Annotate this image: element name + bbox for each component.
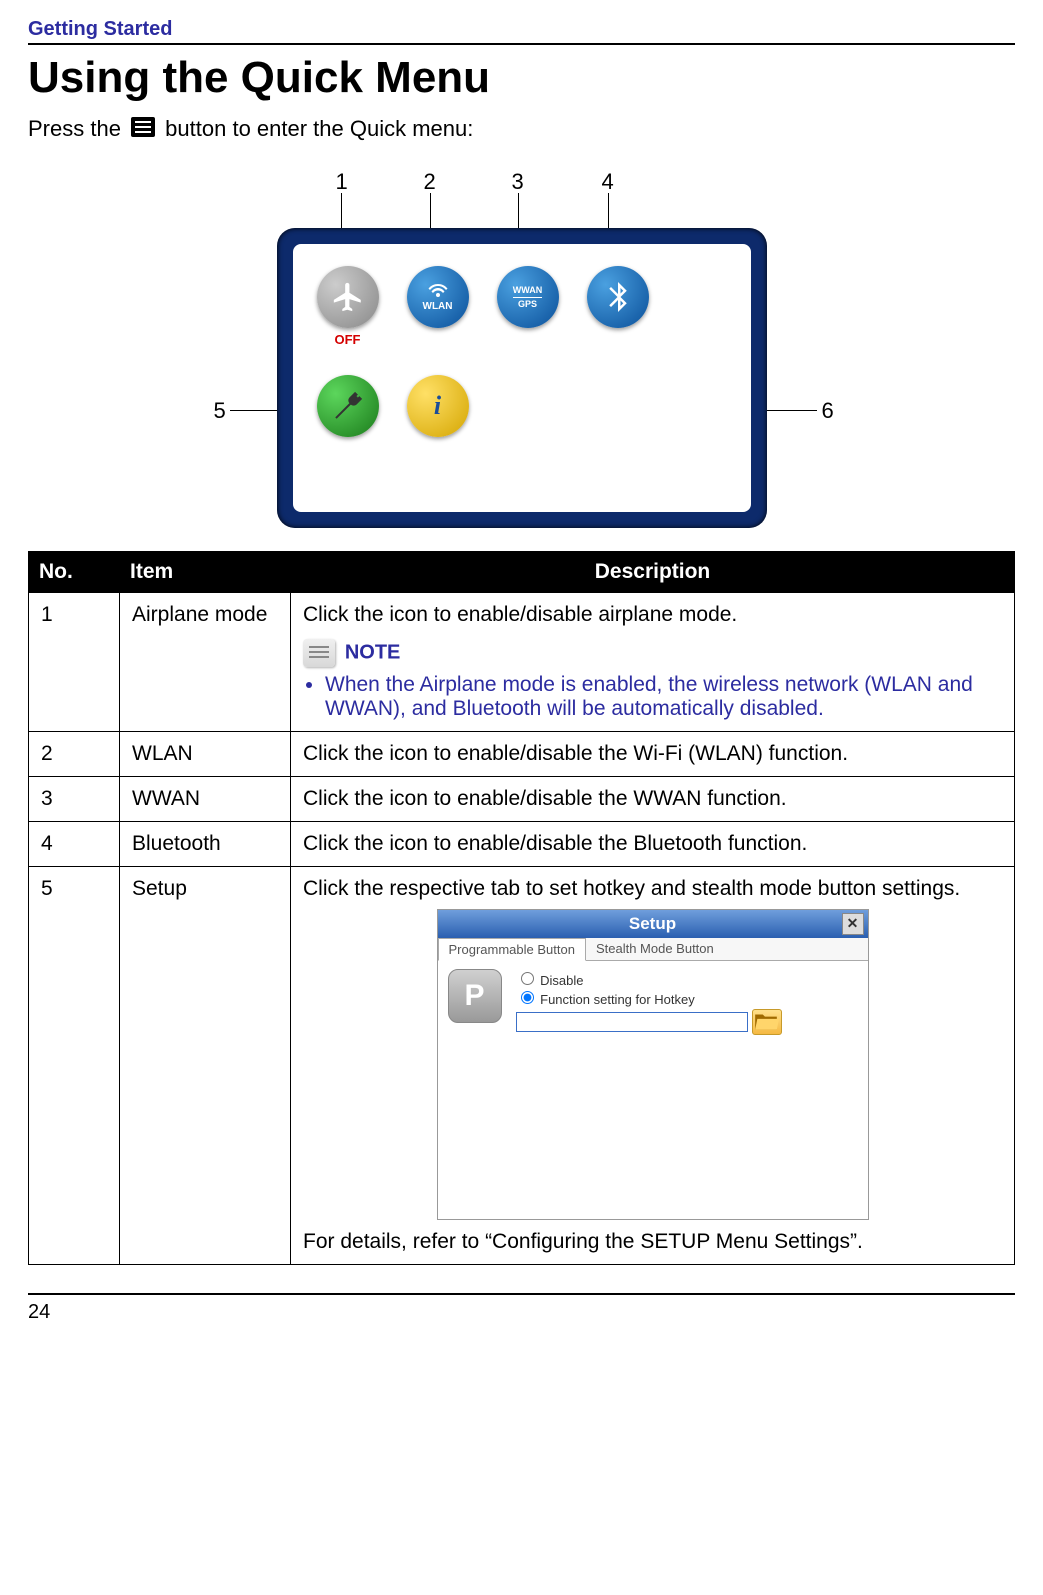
note-icon xyxy=(303,639,335,667)
cell-item: Bluetooth xyxy=(120,822,291,867)
device-screen: OFF WLAN WWAN GPS xyxy=(293,244,751,512)
cell-no: 3 xyxy=(29,777,120,822)
note-text: When the Airplane mode is enabled, the w… xyxy=(325,673,1002,721)
quick-menu-figure: 1 2 3 4 5 6 OFF WLAN xyxy=(172,173,872,533)
radio-disable[interactable]: Disable xyxy=(516,969,782,988)
table-row: 5 Setup Click the respective tab to set … xyxy=(29,867,1015,1265)
callout-6: 6 xyxy=(822,398,834,424)
callout-1: 1 xyxy=(336,169,348,195)
callout-4: 4 xyxy=(602,169,614,195)
cell-desc: Click the icon to enable/disable the WWA… xyxy=(291,777,1015,822)
device-frame: OFF WLAN WWAN GPS xyxy=(277,228,767,528)
cell-desc: Click the icon to enable/disable airplan… xyxy=(291,593,1015,732)
radio-function-input[interactable] xyxy=(521,991,534,1004)
cell-desc: Click the icon to enable/disable the Blu… xyxy=(291,822,1015,867)
callout-2: 2 xyxy=(424,169,436,195)
col-no: No. xyxy=(29,552,120,593)
desc-footer: For details, refer to “Configuring the S… xyxy=(303,1230,1002,1254)
setup-icon[interactable] xyxy=(317,375,379,437)
table-row: 2 WLAN Click the icon to enable/disable … xyxy=(29,732,1015,777)
wwan-label-top: WWAN xyxy=(513,286,543,295)
cell-desc: Click the respective tab to set hotkey a… xyxy=(291,867,1015,1265)
page-title: Using the Quick Menu xyxy=(28,53,1015,103)
browse-button[interactable] xyxy=(752,1009,782,1035)
setup-title: Setup xyxy=(629,914,676,933)
setup-tabs: Programmable Button Stealth Mode Button xyxy=(438,938,868,961)
hotkey-path-input[interactable] xyxy=(516,1012,748,1032)
tab-stealth-mode-button[interactable]: Stealth Mode Button xyxy=(586,938,724,960)
setup-body: P Disable Function setting for Hotkey xyxy=(438,961,868,1219)
cell-item: Setup xyxy=(120,867,291,1265)
note-label: NOTE xyxy=(345,642,401,664)
col-desc: Description xyxy=(291,552,1015,593)
wwan-icon[interactable]: WWAN GPS xyxy=(497,266,559,328)
setup-dialog: Setup ✕ Programmable Button Stealth Mode… xyxy=(437,909,869,1220)
page-footer: 24 xyxy=(28,1293,1015,1324)
programmable-button-icon: P xyxy=(448,969,502,1023)
callout-3: 3 xyxy=(512,169,524,195)
radio-disable-input[interactable] xyxy=(521,972,534,985)
wwan-label-bot: GPS xyxy=(513,300,543,309)
cell-no: 2 xyxy=(29,732,120,777)
section-header: Getting Started xyxy=(28,18,1015,45)
table-row: 4 Bluetooth Click the icon to enable/dis… xyxy=(29,822,1015,867)
cell-no: 4 xyxy=(29,822,120,867)
wlan-label: WLAN xyxy=(423,302,453,312)
menu-button-icon xyxy=(129,115,157,145)
cell-desc: Click the icon to enable/disable the Wi-… xyxy=(291,732,1015,777)
radio-function[interactable]: Function setting for Hotkey xyxy=(516,988,782,1007)
setup-titlebar: Setup ✕ xyxy=(438,910,868,938)
airplane-mode-icon[interactable] xyxy=(317,266,379,328)
intro-before: Press the xyxy=(28,116,127,141)
cell-item: WLAN xyxy=(120,732,291,777)
table-row: 3 WWAN Click the icon to enable/disable … xyxy=(29,777,1015,822)
bluetooth-icon[interactable] xyxy=(587,266,649,328)
description-table: No. Item Description 1 Airplane mode Cli… xyxy=(28,551,1015,1265)
cell-item: Airplane mode xyxy=(120,593,291,732)
callout-5: 5 xyxy=(214,398,226,424)
desc-main: Click the icon to enable/disable airplan… xyxy=(303,603,1002,627)
desc-main: Click the respective tab to set hotkey a… xyxy=(303,877,1002,901)
table-row: 1 Airplane mode Click the icon to enable… xyxy=(29,593,1015,732)
radio-function-label: Function setting for Hotkey xyxy=(540,992,695,1007)
intro-after: button to enter the Quick menu: xyxy=(165,116,473,141)
wlan-icon[interactable]: WLAN xyxy=(407,266,469,328)
info-icon[interactable]: i xyxy=(407,375,469,437)
radio-disable-label: Disable xyxy=(540,973,583,988)
cell-no: 5 xyxy=(29,867,120,1265)
intro-line: Press the button to enter the Quick menu… xyxy=(28,115,1015,145)
col-item: Item xyxy=(120,552,291,593)
cell-no: 1 xyxy=(29,593,120,732)
page-number: 24 xyxy=(28,1301,50,1323)
cell-item: WWAN xyxy=(120,777,291,822)
airplane-off-label: OFF xyxy=(335,332,361,347)
tab-programmable-button[interactable]: Programmable Button xyxy=(438,938,586,961)
close-icon[interactable]: ✕ xyxy=(842,913,864,935)
